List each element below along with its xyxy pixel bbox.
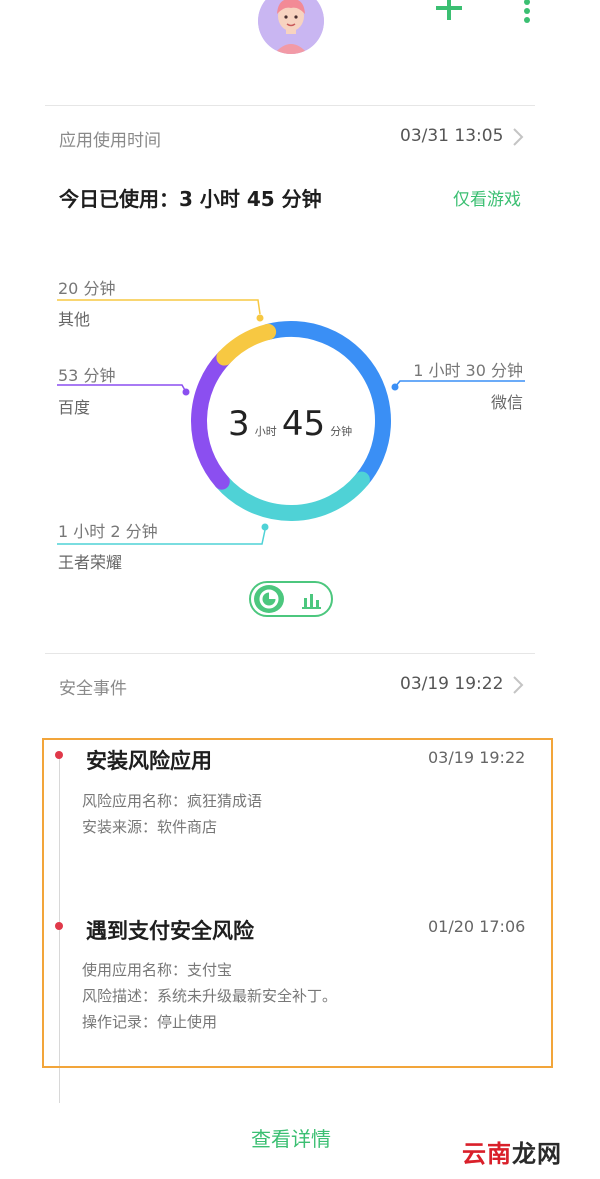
center-minutes: 45 — [281, 404, 326, 444]
pie-chart-icon[interactable] — [254, 585, 284, 613]
leader-dot-baidu — [182, 388, 190, 396]
chart-view-toggle[interactable] — [249, 581, 333, 617]
donut-segment-1 — [213, 471, 370, 521]
donut-segment-3 — [216, 323, 277, 366]
event-detail-line: 风险应用名称：疯狂猜成语 — [82, 792, 263, 810]
label-baidu-name: 百度 — [58, 398, 91, 417]
divider — [45, 653, 535, 654]
avatar[interactable] — [258, 0, 324, 54]
avatar-image — [258, 0, 324, 54]
event-dot — [55, 922, 63, 930]
event-dot — [55, 751, 63, 759]
event-detail-line: 操作记录：停止使用 — [82, 1013, 218, 1031]
plus-icon[interactable] — [432, 0, 466, 30]
center-hours: 3 — [228, 404, 250, 444]
leader-dot-other — [256, 314, 264, 322]
watermark-part1: 云南 — [462, 1140, 512, 1168]
usage-section-title: 应用使用时间 — [59, 131, 161, 151]
leader-dot-wechat — [391, 383, 399, 391]
event-time: 03/19 19:22 — [428, 748, 526, 767]
label-wangzhe-duration: 1 小时 2 分钟 — [58, 522, 158, 541]
label-baidu-duration: 53 分钟 — [58, 366, 116, 385]
leader-dot-wangzhe — [261, 523, 269, 531]
watermark-part2: 龙网 — [512, 1140, 562, 1168]
event-title[interactable]: 安装风险应用 — [86, 745, 212, 775]
label-wangzhe-name: 王者荣耀 — [58, 553, 123, 572]
chevron-right-icon[interactable] — [512, 675, 524, 695]
total-usage-label: 今日已使用：3 小时 45 分钟 — [59, 187, 322, 211]
event-detail-line: 使用应用名称：支付宝 — [82, 961, 233, 979]
label-other-duration: 20 分钟 — [58, 279, 116, 298]
event-detail-line: 安装来源：软件商店 — [82, 818, 218, 836]
security-section-title: 安全事件 — [59, 679, 127, 699]
more-vertical-icon[interactable] — [520, 0, 534, 28]
leader-line-wechat — [394, 380, 525, 388]
donut-segment-2 — [191, 349, 233, 490]
watermark-logo: 云南龙网 — [462, 1134, 562, 1169]
divider — [45, 105, 535, 106]
event-title[interactable]: 遇到支付安全风险 — [86, 915, 254, 945]
leader-line-baidu — [57, 384, 187, 393]
donut-center-total: 3 小时 45 分钟 — [228, 404, 352, 444]
center-minutes-unit: 分钟 — [330, 425, 353, 438]
chevron-right-icon[interactable] — [512, 127, 524, 147]
label-wechat-name: 微信 — [490, 393, 523, 412]
label-wechat-duration: 1 小时 30 分钟 — [413, 361, 523, 380]
usage-timestamp[interactable]: 03/31 13:05 — [400, 126, 503, 146]
event-detail-line: 风险描述：系统未升级最新安全补丁。 — [82, 987, 338, 1005]
security-timestamp[interactable]: 03/19 19:22 — [400, 674, 503, 694]
center-hours-unit: 小时 — [254, 425, 277, 438]
event-time: 01/20 17:06 — [428, 917, 526, 936]
label-other-name: 其他 — [58, 310, 91, 329]
games-only-link[interactable]: 仅看游戏 — [453, 185, 521, 210]
bar-chart-icon[interactable] — [301, 590, 321, 610]
